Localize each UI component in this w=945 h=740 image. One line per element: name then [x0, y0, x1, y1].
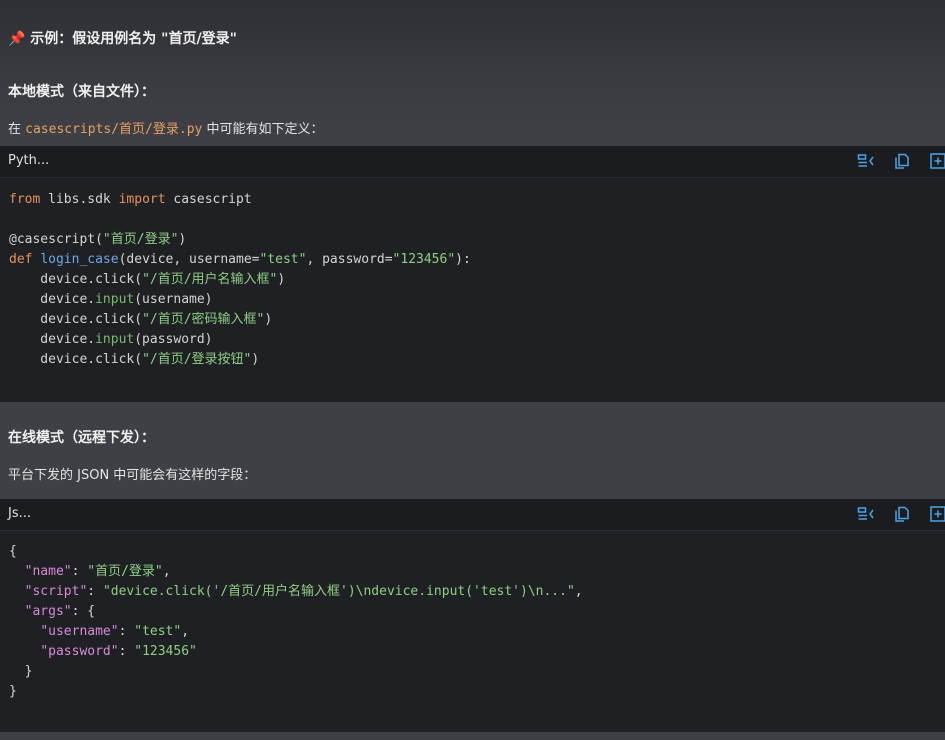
code-token: "device.click('/首页/用户名输入框')\ndevice.inpu… [102, 584, 575, 599]
code-token: device. [9, 292, 96, 307]
json-code-header: Js... [0, 499, 945, 531]
json-lang-label: Js... [8, 506, 32, 521]
code-token: "script" [24, 584, 88, 599]
code-token: "username" [40, 624, 119, 639]
code-token: "/首页/密码输入框" [142, 312, 265, 327]
code-token: ) [264, 312, 273, 327]
code-token: , [162, 564, 171, 579]
code-line: device.input(password) [9, 330, 471, 350]
code-line: "password": "123456" [9, 642, 583, 662]
online-mode-heading: 在线模式（远程下发）： [8, 430, 155, 446]
code-token: (device, username= [118, 252, 260, 267]
code-token: @casescript( [9, 232, 103, 247]
code-line: device.input(username) [9, 290, 471, 310]
local-mode-prefix: 在 [8, 122, 26, 137]
code-token: "test" [134, 624, 182, 639]
code-token: , password= [306, 252, 393, 267]
code-token: login_case [40, 252, 119, 267]
code-token: "test" [259, 252, 307, 267]
bottom-divider [0, 732, 945, 740]
wrap-toggle-icon[interactable] [857, 505, 875, 523]
expand-icon[interactable] [929, 505, 945, 523]
code-token: } [9, 664, 33, 679]
code-token: , [574, 584, 583, 599]
code-token: device. [9, 332, 96, 347]
code-line: "username": "test", [9, 622, 583, 642]
code-token: } [9, 684, 17, 699]
copy-icon[interactable] [893, 152, 911, 170]
code-line: "name": "首页/登录", [9, 562, 583, 582]
code-token: device.click( [9, 272, 143, 287]
copy-icon[interactable] [893, 505, 911, 523]
code-line: device.click("/首页/登录按钮") [9, 350, 471, 370]
code-token: "123456" [134, 644, 197, 659]
local-mode-description: 在 casescripts/首页/登录.py 中可能有如下定义： [8, 118, 324, 137]
example-heading: 📌 示例：假设用例名为 "首页/登录" [8, 31, 237, 47]
json-code-content: { "name": "首页/登录", "script": "device.cli… [9, 542, 583, 702]
code-line: from libs.sdk import casescript [9, 190, 471, 210]
code-token: "123456" [392, 252, 456, 267]
code-token: : { [71, 604, 96, 619]
code-line: device.click("/首页/密码输入框") [9, 310, 471, 330]
code-line: } [9, 662, 583, 682]
code-line: device.click("/首页/用户名输入框") [9, 270, 471, 290]
code-line: @casescript("首页/登录") [9, 230, 471, 250]
code-token: input [95, 292, 135, 307]
local-mode-heading: 本地模式（来自文件）： [8, 84, 155, 100]
code-token: casescript [165, 192, 252, 207]
code-token: def [9, 252, 33, 267]
code-token: (password) [134, 332, 213, 347]
code-token: ) [178, 232, 187, 247]
json-code-block: Js... { "name": "首页/登录", "script": "devi [0, 499, 945, 732]
online-mode-description: 平台下发的 JSON 中可能会有这样的字段： [8, 468, 257, 483]
code-token: , [181, 624, 190, 639]
code-line: } [9, 682, 583, 702]
code-token: device.click( [9, 312, 143, 327]
code-token: ) [277, 272, 286, 287]
local-mode-suffix: 中可能有如下定义： [202, 122, 324, 137]
code-token: : [87, 584, 103, 599]
code-line: "args": { [9, 602, 583, 622]
code-token: "name" [24, 564, 72, 579]
code-token: { [9, 544, 17, 559]
code-token: "/首页/登录按钮" [142, 352, 252, 367]
code-token: "首页/登录" [87, 564, 163, 579]
wrap-toggle-icon[interactable] [857, 152, 875, 170]
code-token: (username) [134, 292, 213, 307]
code-token: ) [251, 352, 260, 367]
python-lang-label: Pyth... [8, 153, 50, 168]
expand-icon[interactable] [929, 152, 945, 170]
code-token: import [118, 192, 166, 207]
code-token: "首页/登录" [102, 232, 179, 247]
code-token: from [9, 192, 41, 207]
code-token: libs.sdk [40, 192, 119, 207]
code-line: { [9, 542, 583, 562]
file-path-code: casescripts/首页/登录.py [25, 122, 203, 137]
code-token: input [95, 332, 135, 347]
python-code-content: from libs.sdk import casescript @casescr… [9, 190, 471, 370]
code-token: "args" [24, 604, 72, 619]
code-line: def login_case(device, username="test", … [9, 250, 471, 270]
code-token: "password" [40, 644, 119, 659]
python-code-header: Pyth... [0, 146, 945, 178]
python-code-block: Pyth... from libs.sdk import casescript … [0, 146, 945, 402]
code-token: ): [455, 252, 471, 267]
code-token: : [118, 644, 135, 659]
code-token: device.click( [9, 352, 143, 367]
code-token: "/首页/用户名输入框" [142, 272, 278, 287]
code-token: : [118, 624, 135, 639]
code-token: : [71, 564, 88, 579]
code-line: "script": "device.click('/首页/用户名输入框')\nd… [9, 582, 583, 602]
